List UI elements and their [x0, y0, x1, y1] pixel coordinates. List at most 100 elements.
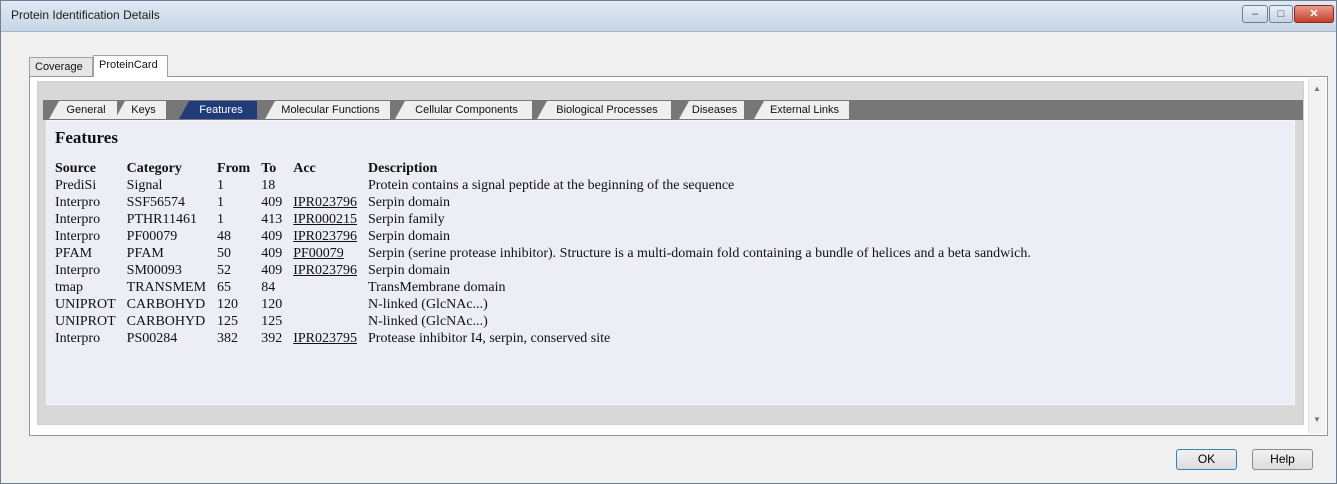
- category-cell: CARBOHYD: [126, 313, 206, 329]
- features-table: Source Category From To Acc Description …: [55, 160, 1042, 347]
- window-title: Protein Identification Details: [11, 8, 160, 22]
- from-cell: 1: [217, 211, 225, 227]
- tab-cellular-components[interactable]: Cellular Components: [395, 101, 532, 119]
- source-cell: UNIPROT: [55, 313, 116, 329]
- protein-details-window: Protein Identification Details – □ ✕ Cov…: [0, 0, 1337, 484]
- acc-link[interactable]: IPR023795: [293, 330, 368, 347]
- table-row: tmap TRANSMEM 65 84 TransMembrane domain: [55, 279, 1042, 296]
- from-cell: 48: [217, 228, 232, 244]
- scroll-down-icon[interactable]: ▼: [1313, 415, 1321, 424]
- category-cell: SSF56574: [126, 194, 186, 210]
- description-cell: Serpin domain: [368, 262, 451, 278]
- tab-molecular-functions[interactable]: Molecular Functions: [265, 101, 390, 119]
- source-cell: PrediSi: [55, 177, 97, 193]
- to-cell: 413: [261, 211, 283, 227]
- tab-external-links[interactable]: External Links: [754, 101, 849, 119]
- from-cell: 125: [217, 313, 239, 329]
- table-row: Interpro SSF56574 1 409 IPR023796 Serpin…: [55, 194, 1042, 211]
- acc-cell: [293, 279, 368, 296]
- from-cell: 120: [217, 296, 239, 312]
- title-bar[interactable]: Protein Identification Details – □ ✕: [1, 1, 1336, 32]
- to-cell: 409: [261, 262, 283, 278]
- minimize-button[interactable]: –: [1242, 5, 1268, 23]
- description-cell: N-linked (GlcNAc...): [368, 296, 488, 312]
- acc-cell: [293, 296, 368, 313]
- inner-tab-strip: General Keys Features Molecular Function…: [43, 100, 1303, 120]
- from-cell: 1: [217, 194, 225, 210]
- to-cell: 409: [261, 228, 283, 244]
- category-cell: SM00093: [126, 262, 182, 278]
- source-cell: Interpro: [55, 211, 101, 227]
- ok-button[interactable]: OK: [1176, 449, 1237, 470]
- description-cell: Serpin domain: [368, 194, 451, 210]
- column-header-category: Category: [126, 160, 182, 176]
- tab-general[interactable]: General: [49, 101, 117, 119]
- tab-features[interactable]: Features: [179, 101, 257, 119]
- category-cell: PF00079: [126, 228, 178, 244]
- acc-link[interactable]: IPR000215: [293, 211, 368, 228]
- table-row: Interpro PTHR11461 1 413 IPR000215 Serpi…: [55, 211, 1042, 228]
- column-header-description: Description: [368, 160, 438, 176]
- vertical-scrollbar[interactable]: ▲ ▼: [1308, 78, 1326, 434]
- source-cell: tmap: [55, 279, 83, 295]
- description-cell: Protease inhibitor I4, serpin, conserved…: [368, 330, 611, 346]
- features-heading: Features: [55, 128, 118, 147]
- table-row: Interpro SM00093 52 409 IPR023796 Serpin…: [55, 262, 1042, 279]
- to-cell: 120: [261, 296, 283, 312]
- from-cell: 1: [217, 177, 225, 193]
- source-cell: Interpro: [55, 194, 101, 210]
- acc-link[interactable]: IPR023796: [293, 194, 368, 211]
- category-cell: PTHR11461: [126, 211, 197, 227]
- description-cell: Serpin (serine protease inhibitor). Stru…: [368, 245, 1031, 261]
- to-cell: 125: [261, 313, 283, 329]
- tab-keys[interactable]: Keys: [115, 101, 166, 119]
- to-cell: 392: [261, 330, 283, 346]
- tab-diseases[interactable]: Diseases: [679, 101, 744, 119]
- proteincard-content: General Keys Features Molecular Function…: [37, 81, 1304, 425]
- description-cell: Serpin domain: [368, 228, 451, 244]
- source-cell: Interpro: [55, 228, 101, 244]
- column-header-source: Source: [55, 160, 96, 176]
- from-cell: 65: [217, 279, 232, 295]
- acc-cell: [293, 177, 368, 194]
- description-cell: Serpin family: [368, 211, 445, 227]
- from-cell: 50: [217, 245, 232, 261]
- to-cell: 409: [261, 245, 283, 261]
- description-cell: N-linked (GlcNAc...): [368, 313, 488, 329]
- acc-link[interactable]: IPR023796: [293, 228, 368, 245]
- maximize-button[interactable]: □: [1269, 5, 1293, 23]
- column-header-from: From: [217, 160, 251, 176]
- acc-cell: [293, 313, 368, 330]
- source-cell: Interpro: [55, 262, 101, 278]
- table-row: PFAM PFAM 50 409 PF00079 Serpin (serine …: [55, 245, 1042, 262]
- source-cell: Interpro: [55, 330, 101, 346]
- table-row: UNIPROT CARBOHYD 125 125 N-linked (GlcNA…: [55, 313, 1042, 330]
- tab-coverage[interactable]: Coverage: [29, 57, 93, 76]
- table-row: Interpro PF00079 48 409 IPR023796 Serpin…: [55, 228, 1042, 245]
- help-button[interactable]: Help: [1252, 449, 1313, 470]
- scroll-up-icon[interactable]: ▲: [1313, 84, 1321, 93]
- proteincard-frame: General Keys Features Molecular Function…: [29, 76, 1328, 436]
- acc-link[interactable]: PF00079: [293, 245, 368, 262]
- from-cell: 52: [217, 262, 232, 278]
- table-row: Interpro PS00284 382 392 IPR023795 Prote…: [55, 330, 1042, 347]
- category-cell: PS00284: [126, 330, 178, 346]
- category-cell: PFAM: [126, 245, 164, 261]
- table-header-row: Source Category From To Acc Description: [55, 160, 1042, 177]
- table-row: UNIPROT CARBOHYD 120 120 N-linked (GlcNA…: [55, 296, 1042, 313]
- tab-biological-processes[interactable]: Biological Processes: [537, 101, 671, 119]
- from-cell: 382: [217, 330, 239, 346]
- to-cell: 409: [261, 194, 283, 210]
- close-button[interactable]: ✕: [1294, 5, 1334, 23]
- acc-link[interactable]: IPR023796: [293, 262, 368, 279]
- description-cell: TransMembrane domain: [368, 279, 506, 295]
- table-row: PrediSi Signal 1 18 Protein contains a s…: [55, 177, 1042, 194]
- category-cell: CARBOHYD: [126, 296, 206, 312]
- description-cell: Protein contains a signal peptide at the…: [368, 177, 735, 193]
- tab-proteincard[interactable]: ProteinCard: [93, 55, 168, 77]
- source-cell: PFAM: [55, 245, 93, 261]
- column-header-acc: Acc: [293, 160, 316, 176]
- to-cell: 18: [261, 177, 276, 193]
- category-cell: TRANSMEM: [126, 279, 207, 295]
- source-cell: UNIPROT: [55, 296, 116, 312]
